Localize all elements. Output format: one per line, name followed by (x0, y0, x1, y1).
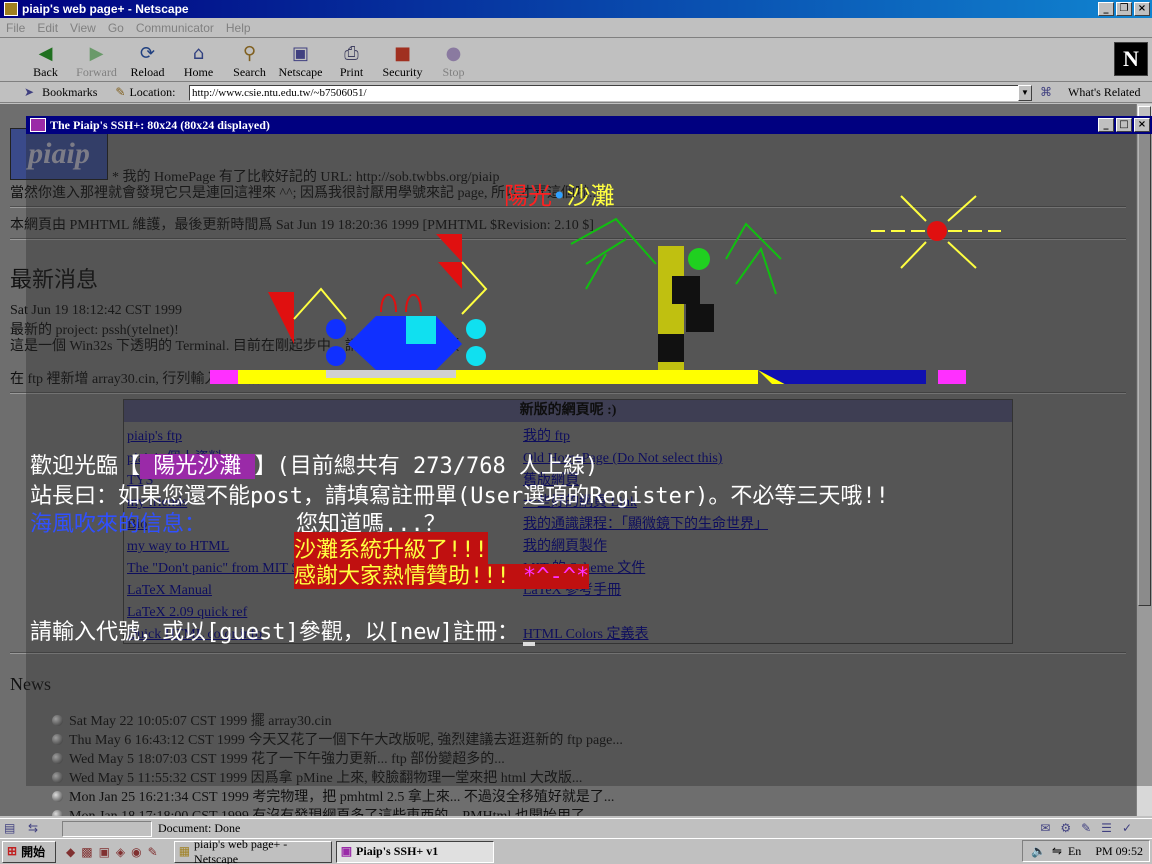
bookmarks-icon: ➤ (24, 85, 35, 99)
palm-tree-icon (570, 217, 782, 376)
status-text: Document: Done (158, 821, 241, 835)
quick-launch-icon[interactable]: ◉ (131, 845, 141, 859)
bookmarks-button[interactable]: Bookmarks (42, 85, 97, 100)
home-icon: ⌂ (192, 42, 205, 64)
stop-button[interactable]: ● Stop (428, 38, 479, 82)
thanks-notice: 感謝大家熱情贊助!!! *^-^* (294, 564, 590, 589)
desktop: piaip's web page+ - Netscape _ ❐ × File … (0, 0, 1152, 864)
security-lock-icon: ■ (393, 42, 411, 64)
back-arrow-icon: ◀ (38, 42, 53, 64)
back-button[interactable]: ◀ Back (20, 38, 71, 82)
menu-view[interactable]: View (70, 21, 96, 35)
menu-bar: File Edit View Go Communicator Help (0, 18, 1152, 38)
bullet-icon (52, 810, 63, 816)
task-ssh[interactable]: ▣ Piaip's SSH+ v1 (335, 840, 494, 863)
maximize-button[interactable]: ❐ (1116, 2, 1132, 16)
location-label: Location: (129, 85, 176, 99)
ime-indicator[interactable]: En (1068, 844, 1081, 859)
ssh-maximize-button[interactable]: □ (1116, 118, 1132, 132)
shore-icon (210, 370, 966, 384)
location-url-input[interactable]: http://www.csie.ntu.edu.tw/~b7506051/ (189, 85, 1019, 101)
quick-launch-icon[interactable]: ◈ (116, 845, 125, 859)
related-icon: ⌘ (1040, 85, 1052, 99)
netscape-icon: ▣ (291, 42, 309, 64)
stop-icon: ● (445, 42, 462, 64)
ssh-task-icon: ▣ (340, 844, 353, 858)
ssh-close-button[interactable]: × (1134, 118, 1150, 132)
volume-icon[interactable]: 🔈 (1031, 844, 1046, 859)
home-button[interactable]: ⌂ Home (173, 38, 224, 82)
welcome-line: 歡迎光臨【 陽光沙灘 】(目前總共有 273/768 人上線) (30, 454, 599, 479)
ssh-window-title: The Piaip's SSH+: 80x24 (80x24 displayed… (50, 117, 270, 132)
menu-go[interactable]: Go (108, 21, 124, 35)
reload-button[interactable]: ⟳ Reload (122, 38, 173, 82)
sun-icon (871, 195, 1001, 269)
news-text: Mon Jan 25 16:21:34 CST 1999 考完物理，把 pmht… (69, 790, 615, 805)
quick-launch-icon[interactable]: ▩ (81, 845, 92, 859)
security-status-icon[interactable]: ▤ (4, 821, 20, 836)
search-icon: ⚲ (242, 42, 257, 64)
ssh-title-bar[interactable]: The Piaip's SSH+: 80x24 (80x24 displayed… (26, 116, 1152, 134)
netscape-app-icon (4, 2, 18, 16)
ssh-terminal-window[interactable]: The Piaip's SSH+: 80x24 (80x24 displayed… (26, 116, 1152, 786)
bbs-name-highlight: 陽光沙灘 (140, 454, 255, 479)
forward-arrow-icon: ▶ (89, 42, 104, 64)
windows-logo-icon: ⊞ (7, 844, 18, 858)
task-netscape[interactable]: ▦ piaip's web page+ - Netscape (173, 837, 332, 864)
location-dropdown-icon[interactable]: ▼ (1018, 85, 1032, 101)
close-button[interactable]: × (1134, 2, 1150, 16)
list-item: Mon Jan 25 16:21:34 CST 1999 考完物理，把 pmht… (52, 788, 623, 807)
location-icon: ✎ (115, 85, 126, 99)
quick-launch: ◆ ▩ ▣ ◈ ◉ ✎ (66, 845, 158, 859)
crab-icon (268, 234, 488, 370)
list-item: Mon Jan 18 17:18:00 CST 1999 有沒有發現網頁多了這些… (52, 807, 623, 816)
netscape-button[interactable]: ▣ Netscape (275, 38, 326, 82)
quick-launch-icon[interactable]: ✎ (148, 845, 158, 859)
whats-related-button[interactable]: What's Related (1068, 85, 1140, 100)
clock[interactable]: PM 09:52 (1095, 844, 1143, 859)
navigation-toolbar: ◀ Back ▶ Forward ⟳ Reload ⌂ Home ⚲ Search ▣ Ne… (0, 38, 1152, 82)
forward-button[interactable]: ▶ Forward (71, 38, 122, 82)
reload-icon: ⟳ (139, 42, 156, 64)
security-button[interactable]: ■ Security (377, 38, 428, 82)
cursor[interactable] (522, 642, 535, 646)
search-button[interactable]: ⚲ Search (224, 38, 275, 82)
status-bar: ▤ ⇆ Document: Done ✉⚙✎☰✓ (0, 818, 1152, 838)
progress-bar (62, 820, 152, 837)
menu-edit[interactable]: Edit (37, 21, 58, 35)
netscape-title-bar[interactable]: piaip's web page+ - Netscape _ ❐ × (0, 0, 1152, 18)
login-prompt: 請輸入代號，或以[guest]參觀，以[new]註冊： (30, 614, 535, 646)
quick-launch-icon[interactable]: ◆ (66, 845, 75, 859)
component-bar[interactable]: ✉⚙✎☰✓ (1040, 821, 1142, 836)
ssh-minimize-button[interactable]: _ (1098, 118, 1114, 132)
minimize-button[interactable]: _ (1098, 2, 1114, 16)
taskbar: ⊞ 開始 ◆ ▩ ▣ ◈ ◉ ✎ ▦ piaip's web page+ - N… (0, 837, 1152, 864)
system-tray: 🔈 ⇋ En PM 09:52 (1022, 840, 1150, 862)
network-icon[interactable]: ⇋ (1052, 844, 1062, 859)
connection-status-icon: ⇆ (28, 821, 39, 835)
news-text: Mon Jan 18 17:18:00 CST 1999 有沒有發現網頁多了這些… (69, 809, 595, 816)
sea-breeze-label: 海風吹來的信息： (30, 512, 207, 537)
start-button[interactable]: ⊞ 開始 (2, 840, 56, 863)
bullet-icon (52, 791, 63, 802)
menu-communicator[interactable]: Communicator (136, 21, 214, 35)
print-icon: ⎙ (344, 42, 359, 64)
netscape-logo[interactable]: N (1114, 42, 1148, 76)
ansi-art-beach-scene (210, 195, 1001, 384)
print-button[interactable]: ⎙ Print (326, 38, 377, 82)
netscape-task-icon: ▦ (178, 844, 191, 858)
menu-help[interactable]: Help (226, 21, 251, 35)
menu-file[interactable]: File (6, 21, 25, 35)
quick-launch-icon[interactable]: ▣ (99, 845, 110, 859)
smiley-text: *^-^* (523, 564, 590, 589)
terminal-screen[interactable]: 陽光•沙灘 歡迎光臨【 陽光沙灘 】(目前總共有 273/768 人上線) 站長… (26, 134, 1152, 786)
window-title: piaip's web page+ - Netscape (22, 2, 189, 16)
ssh-app-icon (30, 118, 46, 132)
